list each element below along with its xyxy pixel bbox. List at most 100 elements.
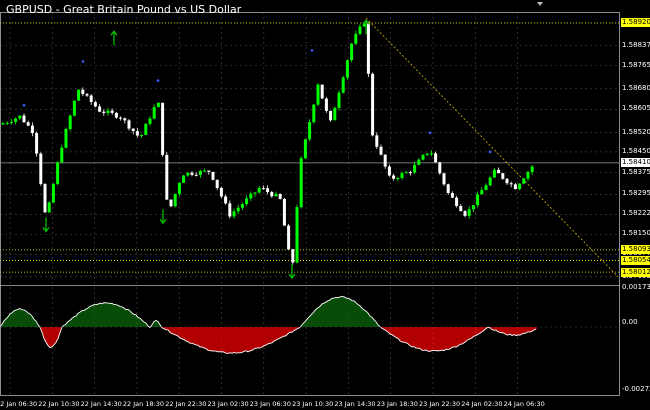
time-axis-label: 23 Jan 18:30 <box>376 400 418 408</box>
candle-bear <box>89 95 93 103</box>
candle-bull <box>182 175 186 183</box>
price-axis-label: 1.58605 <box>622 104 650 113</box>
candle-bull <box>421 154 425 160</box>
candle-bear <box>375 135 379 147</box>
candle-bear <box>509 183 513 185</box>
oscillator-histogram <box>0 296 620 354</box>
fractal-dot-icon <box>81 60 85 63</box>
candle-bear <box>261 188 265 190</box>
candle-bear <box>366 23 370 74</box>
level-price-badge: 1.58054 <box>621 256 650 266</box>
candle-bull <box>140 134 144 136</box>
candle-bear <box>329 110 333 121</box>
chart-window[interactable]: GBPUSD - Great Britain Pound vs US Dolla… <box>0 0 650 410</box>
candle-bear <box>30 125 34 134</box>
candle-bull <box>186 172 190 176</box>
candle-bear <box>190 172 194 175</box>
candle-bull <box>18 115 22 119</box>
candlesticks <box>1 21 534 265</box>
candle-bull <box>480 190 484 195</box>
candle-bull <box>51 184 55 203</box>
candle-bear <box>392 175 396 179</box>
candle-bear <box>161 102 165 155</box>
fractal-dot-icon <box>310 49 314 52</box>
candle-bear <box>513 184 517 190</box>
candle-bear <box>446 184 450 193</box>
candle-bull <box>413 164 417 173</box>
candle-bear <box>438 162 442 174</box>
candle-bear <box>408 172 412 174</box>
candle-bear <box>320 84 324 99</box>
horizontal-levels <box>0 22 620 273</box>
price-axis-label: 1.58222 <box>622 209 650 218</box>
candle-bull <box>56 162 60 185</box>
indicator-axis-label: -0.00272 <box>622 385 650 393</box>
price-axis-label: 1.58375 <box>622 167 650 176</box>
fractal-dot-icon <box>488 150 492 154</box>
fractal-dot-icon <box>156 79 160 82</box>
candle-bear <box>119 117 123 119</box>
candle-bear <box>98 106 102 112</box>
shift-marker-icon <box>537 2 543 6</box>
candle-bear <box>39 153 43 185</box>
candle-bull <box>417 159 421 165</box>
candle-bull <box>236 207 240 212</box>
candle-bull <box>308 122 312 140</box>
candle-bear <box>505 178 509 184</box>
candle-bear <box>228 203 232 217</box>
candle-bull <box>156 102 160 108</box>
candle-bull <box>476 194 480 206</box>
candle-bull <box>240 204 244 208</box>
candle-bull <box>425 153 429 155</box>
candle-bull <box>303 139 307 159</box>
price-axis-label: 1.58450 <box>622 146 650 155</box>
candle-bear <box>123 118 127 121</box>
candle-bull <box>396 178 400 180</box>
trendline <box>365 17 619 278</box>
candle-bull <box>257 188 261 193</box>
chart-title: GBPUSD - Great Britain Pound vs US Dolla… <box>6 3 242 16</box>
candle-bear <box>278 193 282 199</box>
candle-bear <box>22 115 26 123</box>
candle-bull <box>429 153 433 155</box>
time-axis-label: 22 Jan 10:30 <box>38 400 80 408</box>
trendline <box>365 17 619 278</box>
candle-bull <box>518 183 522 190</box>
candle-bull <box>232 211 236 217</box>
candle-bull <box>203 170 207 172</box>
candle-bull <box>492 169 496 178</box>
candle-bull <box>77 89 81 101</box>
candle-bull <box>177 182 181 194</box>
candle-bull <box>526 171 530 179</box>
candle-bear <box>114 112 118 118</box>
indicator-axis-label: 0.00 <box>622 318 638 326</box>
candle-bull <box>484 185 488 191</box>
candle-bear <box>442 173 446 185</box>
candle-bull <box>316 84 320 105</box>
time-axis-label: 23 Jan 06:30 <box>249 400 291 408</box>
candle-bear <box>131 128 135 132</box>
candle-bear <box>110 110 114 113</box>
candle-bull <box>488 177 492 186</box>
level-price-badge: 1.58920 <box>621 18 650 28</box>
candle-bull <box>148 118 152 124</box>
candle-bull <box>1 123 5 125</box>
candle-bull <box>467 209 471 216</box>
candle-bear <box>85 94 89 96</box>
fractal-dot-icon <box>22 103 26 107</box>
candle-bull <box>354 33 358 44</box>
chart-frame <box>0 2 620 396</box>
candle-bull <box>358 26 362 34</box>
candle-bear <box>371 73 375 136</box>
candle-bull <box>72 100 76 116</box>
candle-bull <box>350 43 354 61</box>
chart-canvas[interactable] <box>0 0 650 410</box>
candle-bull <box>198 170 202 175</box>
grid <box>0 12 620 397</box>
price-axis-label: 1.58295 <box>622 189 650 198</box>
candle-bull <box>106 110 110 113</box>
candle-bear <box>291 249 295 263</box>
candle-bear <box>383 154 387 167</box>
candle-bear <box>165 154 169 200</box>
candle-bear <box>324 98 328 111</box>
